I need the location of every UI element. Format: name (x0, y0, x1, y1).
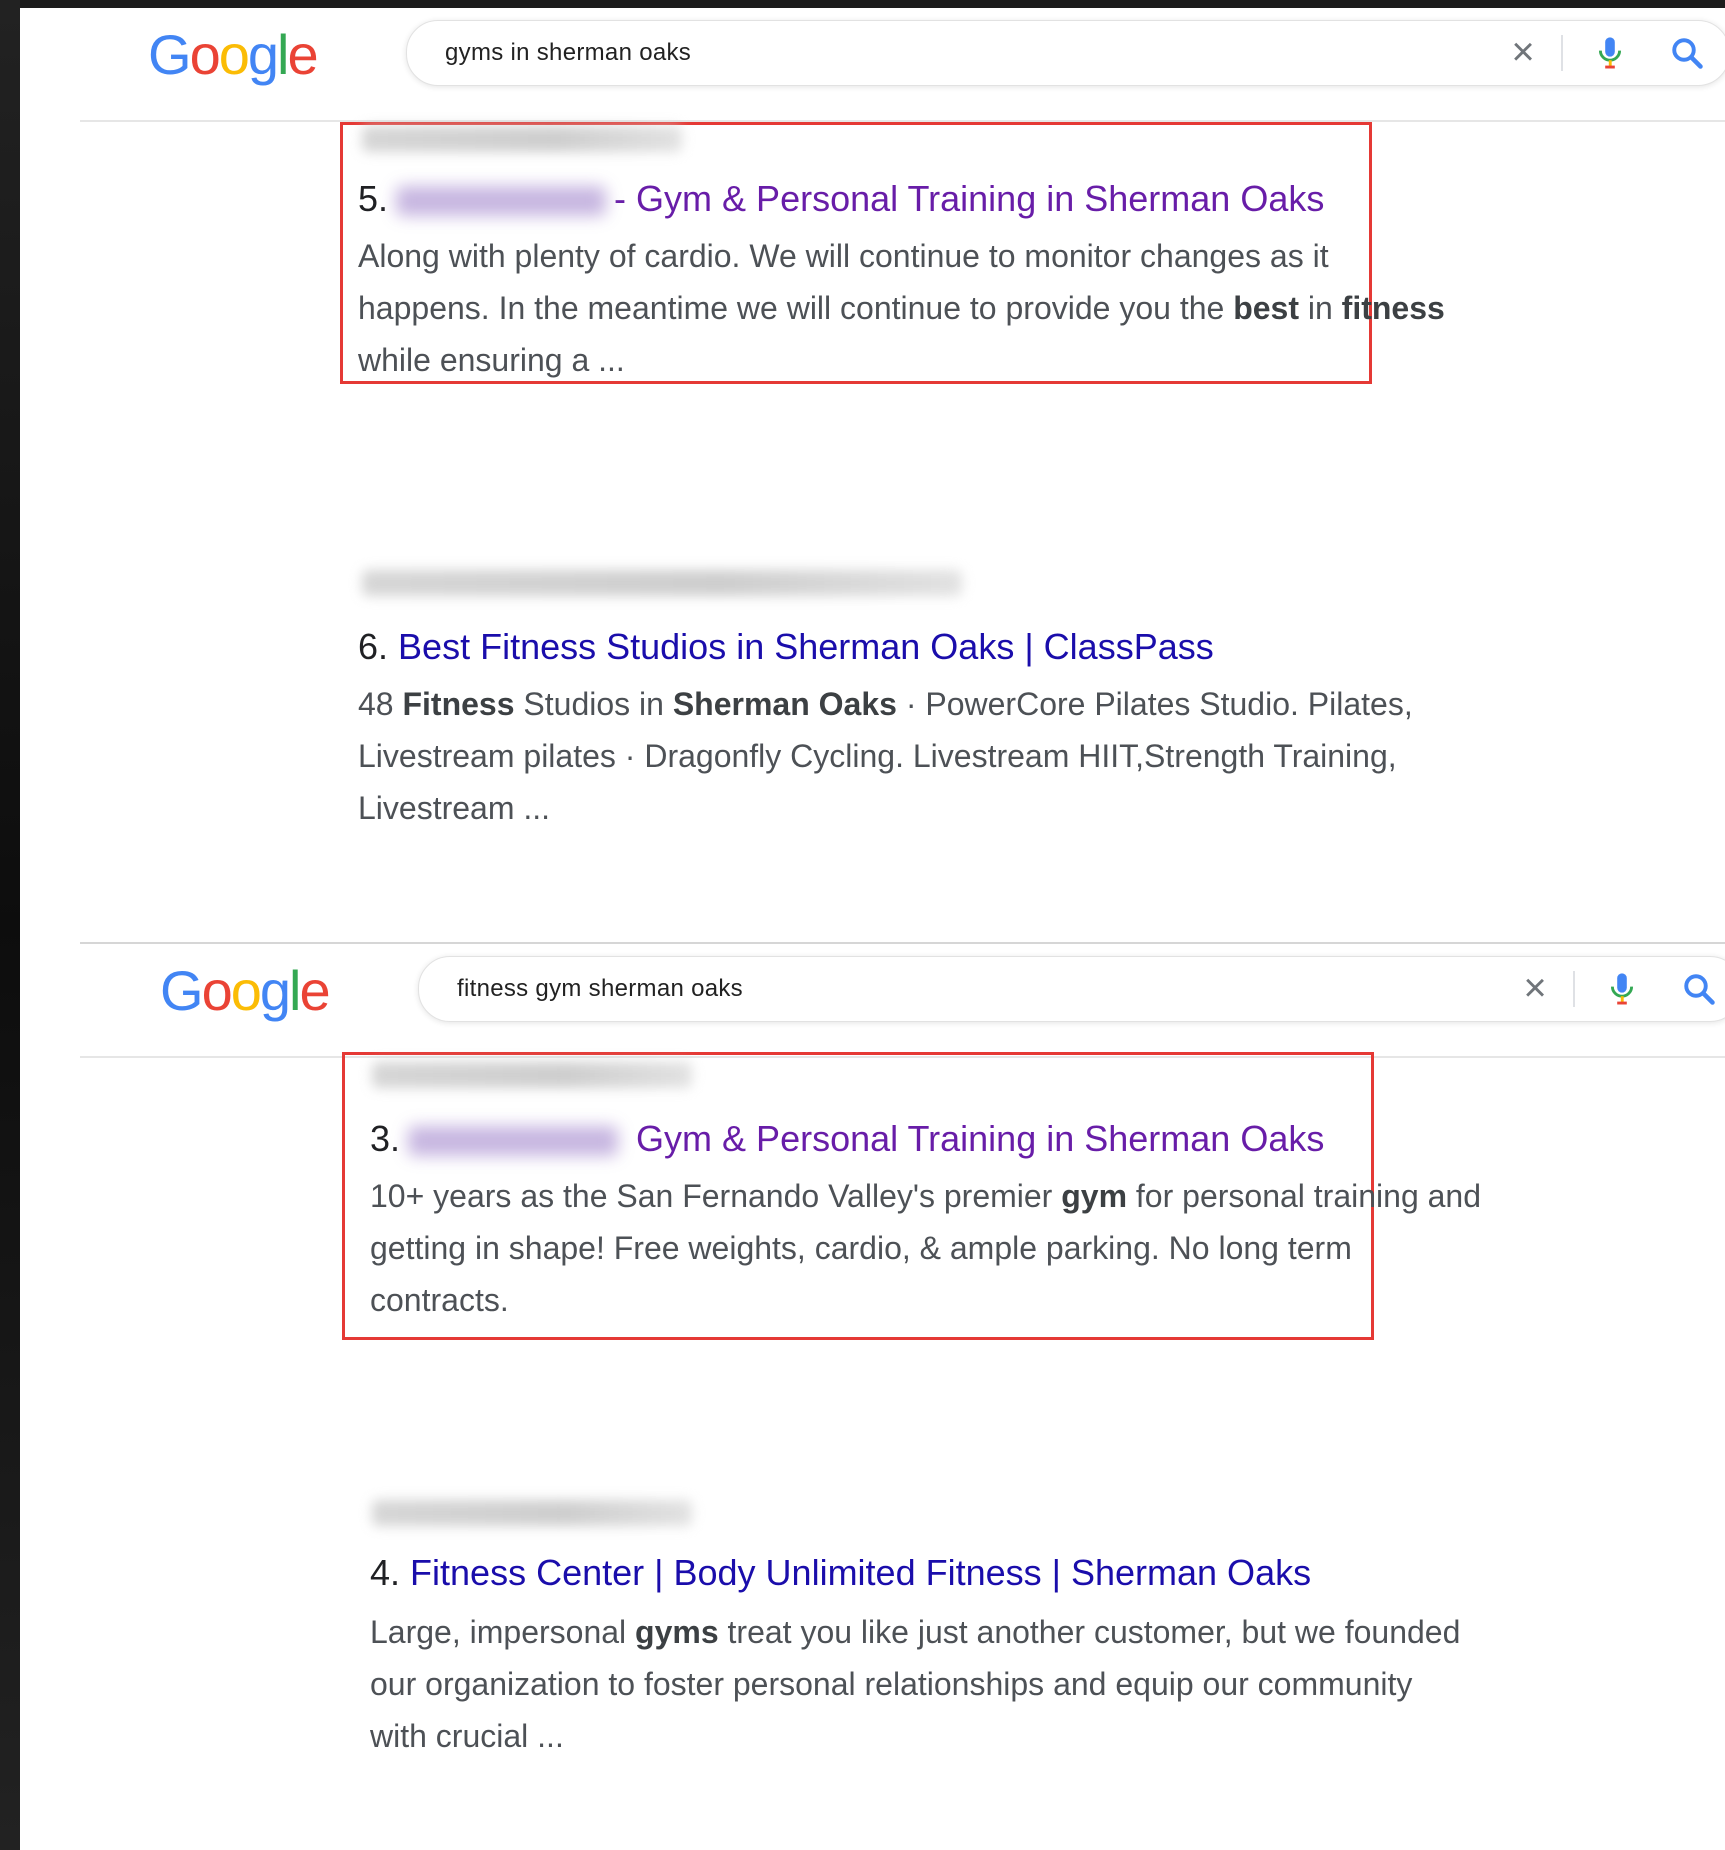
search-box[interactable]: fitness gym sherman oaks × (418, 956, 1725, 1022)
business-name-redacted (396, 186, 607, 217)
result-title-link[interactable]: 6. Best Fitness Studios in Sherman Oaks … (358, 626, 1214, 668)
snippet-line: Livestream pilates · Dragonfly Cycling. … (358, 730, 1488, 782)
result-url-redacted (372, 1500, 692, 1526)
microphone-icon[interactable] (1595, 35, 1625, 71)
search-input[interactable]: fitness gym sherman oaks (457, 975, 743, 1003)
snippet-text: happens. In the meantime we will continu… (358, 290, 1234, 326)
result-title[interactable]: Gym & Personal Training in Sherman Oaks (636, 1118, 1324, 1159)
snippet-line: contracts. (370, 1274, 1500, 1326)
business-name-redacted (408, 1126, 619, 1157)
snippet-line: 10+ years as the San Fernando Valley's p… (370, 1170, 1500, 1222)
result-title-link[interactable]: 3. Gym & Personal Training in Sherman Oa… (370, 1118, 1324, 1160)
snippet-line: happens. In the meantime we will continu… (358, 282, 1488, 334)
search-icon[interactable] (1681, 971, 1717, 1007)
result-number: 6. (358, 626, 389, 667)
snippet-bold-term: best (1233, 290, 1299, 326)
snippet-text: our organization to foster personal rela… (370, 1666, 1413, 1702)
result-url-redacted (372, 1062, 692, 1088)
snippet-bold-term: gyms (635, 1614, 719, 1650)
snippet-text: · PowerCore Pilates Studio. Pilates, (896, 686, 1413, 722)
search-divider (1561, 35, 1563, 71)
search-divider (1573, 971, 1575, 1007)
snippet-text: 48 (358, 686, 403, 722)
result-number: 5. (358, 178, 389, 219)
snippet-text: 10+ years as the San Fernando Valley's p… (370, 1178, 1062, 1214)
result-title-prefix: - (614, 178, 627, 219)
result-snippet: Large, impersonal gyms treat you like ju… (370, 1606, 1500, 1762)
close-icon[interactable]: × (1515, 968, 1555, 1008)
snippet-line: our organization to foster personal rela… (370, 1658, 1500, 1710)
snippet-text: Livestream ... (358, 790, 551, 826)
result-snippet: 48 Fitness Studios in Sherman Oaks · Pow… (358, 678, 1488, 834)
snippet-text: Large, impersonal (370, 1614, 636, 1650)
snippet-line: Large, impersonal gyms treat you like ju… (370, 1606, 1500, 1658)
snippet-text: Livestream pilates · Dragonfly Cycling. … (358, 738, 1397, 774)
snippet-text: in (1298, 290, 1342, 326)
snippet-text: getting in shape! Free weights, cardio, … (370, 1230, 1352, 1266)
snippet-text: treat you like just another customer, bu… (718, 1614, 1461, 1650)
result-title[interactable]: Gym & Personal Training in Sherman Oaks (636, 178, 1324, 219)
snippet-line: with crucial ... (370, 1710, 1500, 1762)
result-url-redacted (362, 570, 962, 596)
snippet-bold-term: gym (1061, 1178, 1128, 1214)
snippet-text: Studios in (514, 686, 673, 722)
result-title-link[interactable]: 4. Fitness Center | Body Unlimited Fitne… (370, 1552, 1311, 1594)
result-title-link[interactable]: 5. - Gym & Personal Training in Sherman O… (358, 178, 1324, 220)
search-header-2: Google fitness gym sherman oaks × (80, 944, 1725, 1058)
snippet-line: getting in shape! Free weights, cardio, … (370, 1222, 1500, 1274)
search-header-1: Google gyms in sherman oaks × (80, 8, 1725, 122)
screenshot-collage: Google gyms in sherman oaks × 5. - Gym & … (20, 8, 1725, 1850)
snippet-bold-term: Sherman Oaks (672, 686, 897, 722)
result-number: 4. (370, 1552, 401, 1593)
dark-background-top (0, 0, 1725, 8)
microphone-icon[interactable] (1607, 971, 1637, 1007)
snippet-bold-term: fitness (1341, 290, 1445, 326)
snippet-text: for personal training and (1127, 1178, 1482, 1214)
search-icon[interactable] (1669, 35, 1705, 71)
close-icon[interactable]: × (1503, 32, 1543, 72)
dark-background-left (0, 0, 20, 1850)
result-title[interactable]: Best Fitness Studios in Sherman Oaks | C… (398, 626, 1214, 667)
google-logo[interactable]: Google (160, 958, 331, 1023)
result-snippet: Along with plenty of cardio. We will con… (358, 230, 1488, 386)
google-logo[interactable]: Google (148, 22, 319, 87)
snippet-line: while ensuring a ... (358, 334, 1488, 386)
snippet-line: Livestream ... (358, 782, 1488, 834)
result-title[interactable]: Fitness Center | Body Unlimited Fitness … (410, 1552, 1311, 1593)
result-snippet: 10+ years as the San Fernando Valley's p… (370, 1170, 1500, 1326)
snippet-line: 48 Fitness Studios in Sherman Oaks · Pow… (358, 678, 1488, 730)
result-url-redacted (362, 126, 682, 152)
snippet-line: Along with plenty of cardio. We will con… (358, 230, 1488, 282)
snippet-text: with crucial ... (370, 1718, 564, 1754)
snippet-bold-term: Fitness (402, 686, 515, 722)
snippet-text: contracts. (370, 1282, 509, 1318)
snippet-text: while ensuring a ... (358, 342, 625, 378)
snippet-text: Along with plenty of cardio. We will con… (358, 238, 1329, 274)
search-input[interactable]: gyms in sherman oaks (445, 39, 691, 67)
search-box[interactable]: gyms in sherman oaks × (406, 20, 1725, 86)
result-number: 3. (370, 1118, 401, 1159)
